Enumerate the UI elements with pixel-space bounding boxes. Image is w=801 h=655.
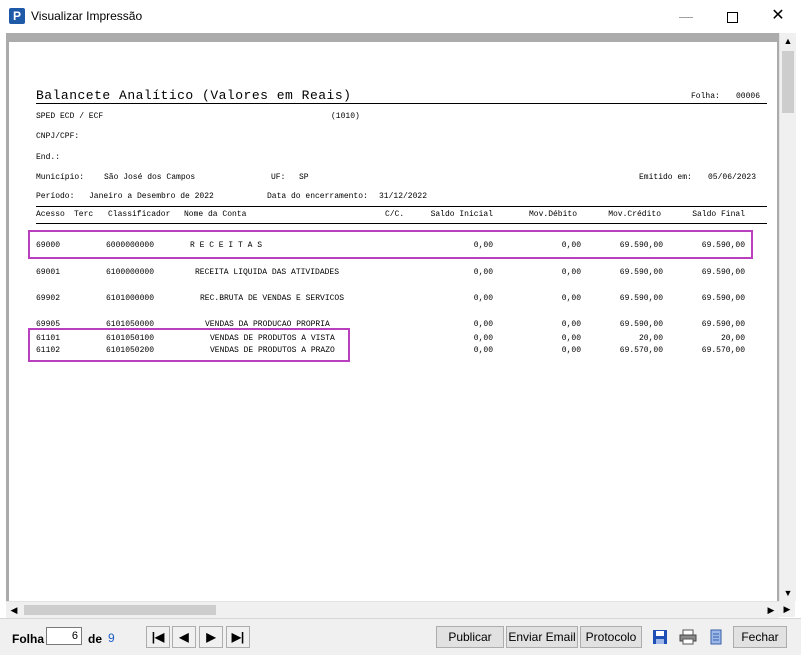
- app-icon: P: [9, 8, 25, 24]
- row-classificador: 6100000000: [106, 268, 155, 277]
- next-page-button[interactable]: ▶: [199, 626, 223, 648]
- horizontal-scrollbar[interactable]: ◀ ▶: [6, 601, 779, 618]
- col-mov-credito: Mov.Crédito: [608, 210, 661, 219]
- scrollbar-corner: ▶: [779, 601, 795, 617]
- enviar-email-button[interactable]: Enviar Email: [506, 626, 578, 648]
- row-debito: 0,00: [561, 268, 581, 277]
- emitido-value: 05/06/2023: [708, 173, 757, 182]
- publicar-button[interactable]: Publicar: [436, 626, 504, 648]
- maximize-icon: [726, 11, 738, 23]
- municipio-label: Município:: [36, 173, 85, 182]
- row-saldo-inicial: 0,00: [473, 294, 493, 303]
- close-button[interactable]: ✕: [755, 0, 801, 32]
- printer-icon: [679, 629, 697, 645]
- periodo-label: Período:: [36, 192, 75, 201]
- scroll-left-icon[interactable]: ◀: [6, 602, 22, 618]
- row-acesso: 69902: [36, 294, 61, 303]
- row-saldo-inicial: 0,00: [473, 334, 493, 343]
- fechar-button[interactable]: Fechar: [733, 626, 787, 648]
- encerramento-label: Data do encerramento:: [267, 192, 368, 201]
- row-saldo-inicial: 0,00: [473, 268, 493, 277]
- document-icon: [710, 629, 722, 645]
- row-credito: 69.570,00: [619, 346, 663, 355]
- row-saldo-final: 69.590,00: [701, 294, 745, 303]
- row-saldo-final: 20,00: [720, 334, 745, 343]
- save-button[interactable]: [648, 626, 672, 648]
- col-nome-conta: Nome da Conta: [184, 210, 247, 219]
- cnpj-label: CNPJ/CPF:: [36, 132, 80, 141]
- row-saldo-final: 69.590,00: [701, 320, 745, 329]
- row-debito: 0,00: [561, 294, 581, 303]
- row-credito: 69.590,00: [619, 294, 663, 303]
- header-rule: [36, 206, 767, 207]
- scroll-right-corner-icon[interactable]: ▶: [779, 601, 795, 617]
- window-title: Visualizar Impressão: [31, 9, 143, 23]
- columns-rule: [36, 223, 767, 224]
- row-nome: REC.BRUTA DE VENDAS E SERVICOS: [200, 294, 345, 303]
- row-acesso: 69001: [36, 268, 61, 277]
- row-saldo-inicial: 0,00: [473, 320, 493, 329]
- last-page-button[interactable]: ▶|: [226, 626, 250, 648]
- de-label: de: [88, 632, 103, 646]
- highlight-box-vendas: [28, 328, 350, 362]
- report-page: Balancete Analítico (Valores em Reais) F…: [9, 42, 777, 601]
- end-label: End.:: [36, 153, 61, 162]
- col-cc: C/C.: [385, 210, 405, 219]
- emitido-label: Emitido em:: [639, 173, 692, 182]
- row-nome: RECEITA LIQUIDA DAS ATIVIDADES: [195, 268, 340, 277]
- municipio-value: São José dos Campos: [104, 173, 196, 182]
- title-bar: P Visualizar Impressão — ✕: [0, 0, 801, 32]
- scroll-down-icon[interactable]: ▼: [780, 585, 796, 601]
- folha-label: Folha:: [691, 92, 720, 101]
- row-saldo-inicial: 0,00: [473, 346, 493, 355]
- first-page-button[interactable]: |◀: [146, 626, 170, 648]
- periodo-value: Janeiro a Desembro de 2022: [89, 192, 214, 201]
- horizontal-scroll-thumb[interactable]: [24, 605, 216, 615]
- total-pages: 9: [108, 631, 115, 645]
- maximize-button[interactable]: [709, 0, 755, 32]
- vertical-scrollbar[interactable]: ▲ ▼: [779, 33, 796, 601]
- prev-page-button[interactable]: ◀: [172, 626, 196, 648]
- protocolo-button[interactable]: Protocolo: [580, 626, 642, 648]
- bottom-toolbar: Folha 6 de 9 |◀ ◀ ▶ ▶| Publicar Enviar E…: [0, 618, 801, 655]
- row-debito: 0,00: [561, 334, 581, 343]
- col-terc: Terc: [74, 210, 94, 219]
- save-icon: [653, 629, 667, 644]
- row-credito: 69.590,00: [619, 268, 663, 277]
- row-debito: 0,00: [561, 346, 581, 355]
- folha-label: Folha: [12, 632, 44, 646]
- col-mov-debito: Mov.Débito: [528, 210, 577, 219]
- report-code: (1010): [331, 112, 360, 121]
- uf-value: SP: [299, 173, 309, 182]
- folha-value: 00006: [736, 92, 761, 101]
- preview-viewport[interactable]: Balancete Analítico (Valores em Reais) F…: [6, 33, 779, 601]
- scroll-right-icon[interactable]: ▶: [763, 602, 779, 618]
- title-rule: [36, 103, 767, 104]
- sped-text: SPED ECD / ECF: [36, 112, 104, 121]
- encerramento-value: 31/12/2022: [379, 192, 428, 201]
- print-button[interactable]: [676, 626, 700, 648]
- report-title: Balancete Analítico (Valores em Reais): [36, 88, 352, 103]
- minimize-button[interactable]: —: [663, 0, 709, 32]
- col-saldo-final: Saldo Final: [692, 210, 745, 219]
- row-credito: 20,00: [638, 334, 663, 343]
- row-credito: 69.590,00: [619, 320, 663, 329]
- page-number-input[interactable]: 6: [46, 627, 82, 645]
- vertical-scroll-thumb[interactable]: [782, 51, 794, 113]
- row-classificador: 6101000000: [106, 294, 155, 303]
- row-saldo-final: 69.590,00: [701, 268, 745, 277]
- scroll-up-icon[interactable]: ▲: [780, 33, 796, 49]
- highlight-box-receitas: [28, 230, 753, 259]
- document-button[interactable]: [704, 626, 728, 648]
- row-saldo-final: 69.570,00: [701, 346, 745, 355]
- row-debito: 0,00: [561, 320, 581, 329]
- col-classificador: Classificador: [108, 210, 171, 219]
- col-acesso: Acesso: [36, 210, 65, 219]
- col-saldo-inicial: Saldo Inicial: [430, 210, 493, 219]
- uf-label: UF:: [271, 173, 286, 182]
